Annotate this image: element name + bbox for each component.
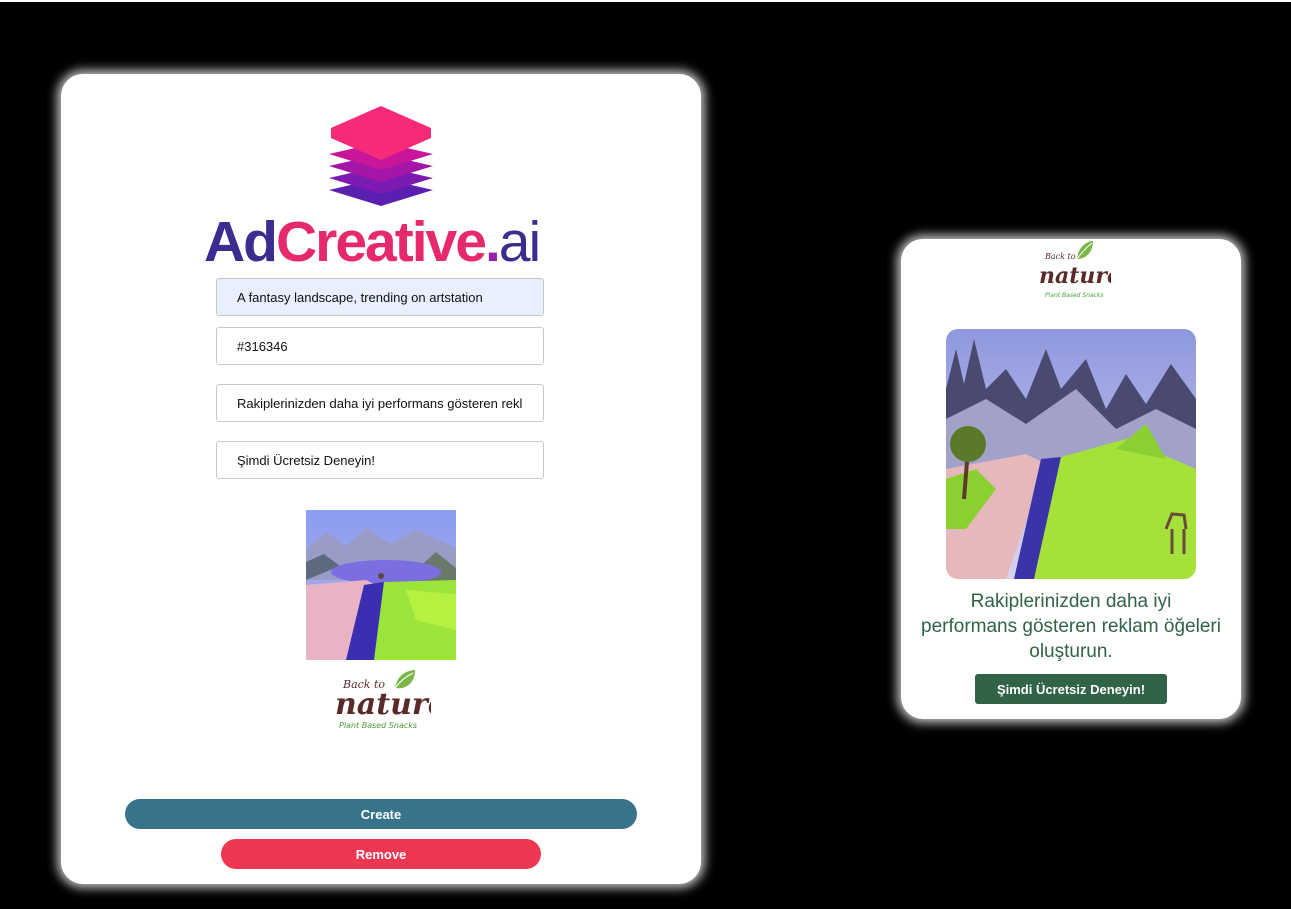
wordmark-creative: Creative (275, 210, 487, 274)
ad-generated-image (946, 329, 1196, 579)
color-input[interactable] (216, 327, 544, 365)
ad-preview-card: Back to nature Plant Based Snacks (901, 239, 1241, 719)
wordmark-ad: Ad (204, 210, 278, 274)
ad-cta-button[interactable]: Şimdi Ücretsiz Deneyin! (975, 674, 1167, 704)
wordmark-dot: . (484, 210, 501, 274)
ad-headline: Rakiplerinizden daha iyi performans göst… (921, 591, 1221, 662)
back-to-nature-logo-thumb: Back to nature Plant Based Snacks (335, 670, 431, 730)
wordmark-ai: ai (498, 210, 541, 274)
cta-input[interactable] (216, 441, 544, 479)
ad-logo-line2: nature (1039, 263, 1111, 289)
stacked-layers-icon (329, 106, 433, 206)
ad-logo-line3: Plant Based Snacks (1045, 292, 1104, 299)
back-to-nature-logo: Back to nature Plant Based Snacks (1039, 241, 1111, 299)
ad-logo-line1: Back to (1044, 252, 1076, 261)
creative-form-card: AdCreative.ai A fantasy landscape, trend… (61, 74, 701, 884)
adcreative-wordmark: AdCreative.ai (204, 212, 564, 272)
create-button[interactable]: Create (125, 799, 637, 829)
page: AdCreative.ai A fantasy landscape, trend… (0, 0, 1291, 909)
prompt-input[interactable] (216, 278, 544, 316)
headline-input[interactable] (216, 384, 544, 422)
thumb-logo-line2: nature (335, 687, 431, 722)
uploaded-logo-thumbnail: Back to nature Plant Based Snacks (331, 666, 431, 738)
generated-image-thumbnail (306, 510, 456, 660)
top-border (0, 0, 1291, 2)
thumb-logo-line3: Plant Based Snacks (339, 721, 417, 730)
remove-button[interactable]: Remove (221, 839, 541, 869)
fantasy-landscape-image (946, 329, 1196, 579)
landscape-thumbnail-image (306, 510, 456, 660)
adcreative-logo: AdCreative.ai (61, 104, 701, 274)
